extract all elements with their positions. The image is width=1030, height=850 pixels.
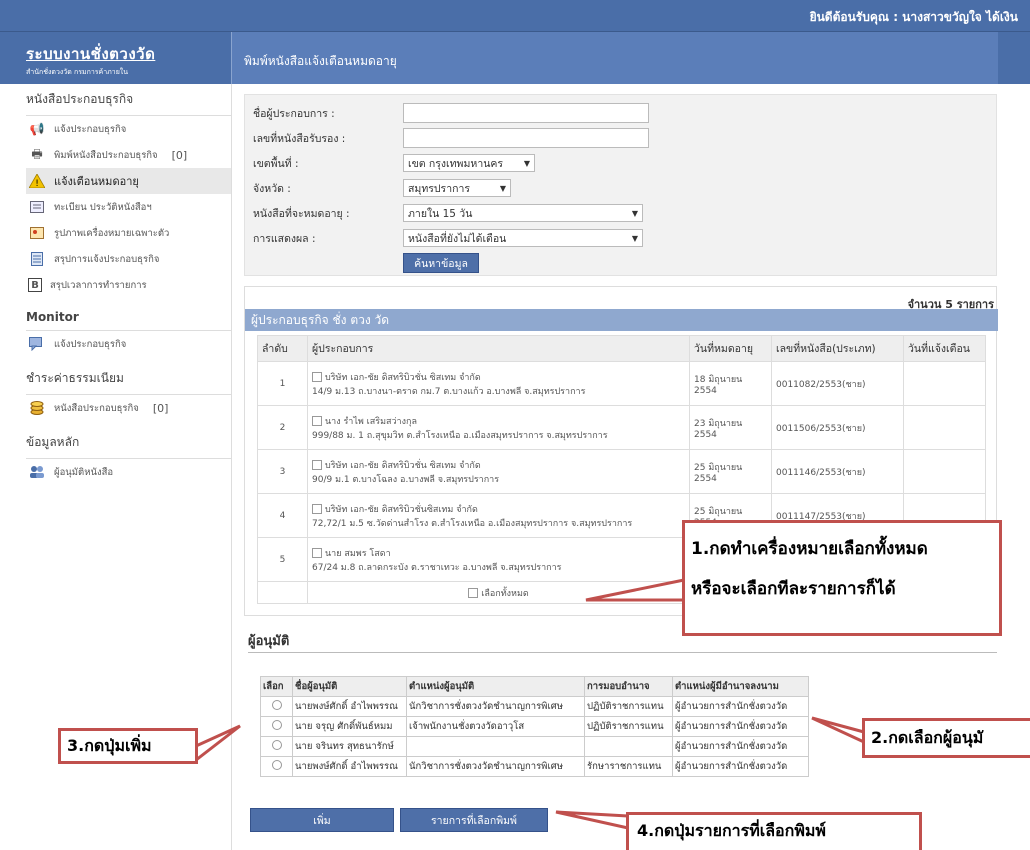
callout-press-print-list: 4.กดปุ่มรายการที่เลือกพิมพ์ <box>626 812 922 850</box>
callout-2-pointer <box>811 716 866 745</box>
callout-1-pointer <box>585 578 686 602</box>
callout-1-line2: หรือจะเลือกทีละรายการก็ได้ <box>691 579 896 599</box>
callout-select-approver: 2.กดเลือกผู้อนุมั <box>862 718 1030 758</box>
callout-3-pointer <box>194 724 241 764</box>
callout-1-line1: 1.กดทำเครื่องหมายเลือกทั้งหมด <box>691 539 928 559</box>
callout-4-pointer <box>555 810 630 830</box>
callout-select-all: 1.กดทำเครื่องหมายเลือกทั้งหมด หรือจะเลือ… <box>682 520 1002 636</box>
callout-press-add: 3.กดปุ่มเพิ่ม <box>58 728 198 764</box>
